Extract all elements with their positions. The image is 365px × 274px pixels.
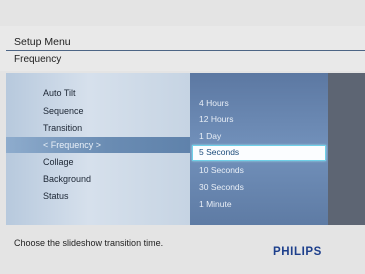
- frequency-options-list: 4 Hours 12 Hours 1 Day 5 Seconds 10 Seco…: [190, 73, 328, 225]
- header: Setup Menu Frequency: [0, 26, 365, 71]
- help-text: Choose the slideshow transition time.: [14, 238, 164, 248]
- menu-item-collage[interactable]: Collage: [6, 154, 190, 170]
- menu-item-frequency[interactable]: < Frequency >: [6, 137, 190, 153]
- option-10-seconds[interactable]: 10 Seconds: [190, 162, 328, 178]
- footer: Choose the slideshow transition time. PH…: [0, 226, 365, 274]
- menu-item-auto-tilt[interactable]: Auto Tilt: [6, 85, 190, 101]
- option-4-hours[interactable]: 4 Hours: [190, 95, 328, 111]
- title-divider: [6, 50, 365, 51]
- option-5-seconds[interactable]: 5 Seconds: [192, 145, 326, 161]
- option-12-hours[interactable]: 12 Hours: [190, 111, 328, 127]
- right-edge-panel: [328, 73, 365, 225]
- device-screen: Setup Menu Frequency Auto Tilt Sequence …: [0, 0, 365, 274]
- menu-item-transition[interactable]: Transition: [6, 120, 190, 136]
- settings-panel: Auto Tilt Sequence Transition < Frequenc…: [6, 73, 365, 225]
- menu-item-background[interactable]: Background: [6, 171, 190, 187]
- menu-item-status[interactable]: Status: [6, 188, 190, 204]
- page-title: Setup Menu: [14, 36, 71, 48]
- section-title: Frequency: [14, 54, 62, 65]
- philips-logo: PHILIPS: [273, 246, 322, 258]
- setup-menu-list: Auto Tilt Sequence Transition < Frequenc…: [6, 73, 190, 225]
- option-1-minute[interactable]: 1 Minute: [190, 196, 328, 212]
- menu-item-sequence[interactable]: Sequence: [6, 103, 190, 119]
- option-30-seconds[interactable]: 30 Seconds: [190, 179, 328, 195]
- option-1-day[interactable]: 1 Day: [190, 128, 328, 144]
